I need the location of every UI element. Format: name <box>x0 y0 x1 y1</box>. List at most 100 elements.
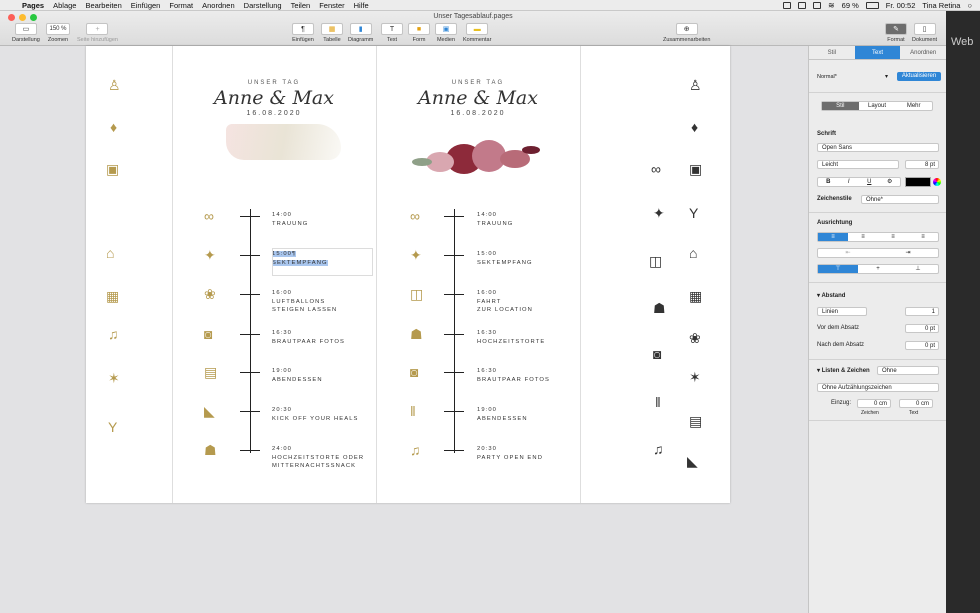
underline-button[interactable]: U <box>859 178 880 186</box>
subtab-layout[interactable]: Layout <box>859 102 896 110</box>
wifi-icon[interactable]: ≋ <box>828 1 835 10</box>
menu-app[interactable]: Pages <box>22 1 44 10</box>
vertical-align-buttons: ⊤ + ⊥ <box>817 264 939 274</box>
document-canvas[interactable]: ♙ ♦ ▣ ⌂ ▦ ♫ ✶ Y UNSER TAG Anne & Max 16.… <box>0 46 808 613</box>
timeline-event[interactable]: 14:00 TRAUUNG <box>477 211 513 228</box>
lists-heading-label: Listen & Zeichen <box>821 368 870 374</box>
font-family-select[interactable]: Open Sans <box>817 143 939 152</box>
document-title[interactable]: Unser Tagesablauf.pages <box>0 13 946 20</box>
spacing-heading[interactable]: ▾ Abstand <box>817 292 845 299</box>
font-weight-select[interactable]: Leicht <box>817 160 899 169</box>
document-page[interactable]: ♙ ♦ ▣ ⌂ ▦ ♫ ✶ Y UNSER TAG Anne & Max 16.… <box>86 46 730 503</box>
italic-button[interactable]: I <box>839 178 860 186</box>
align-left-button[interactable]: ≡ <box>818 233 848 241</box>
align-right-button[interactable]: ≡ <box>878 233 908 241</box>
user-label[interactable]: Tina Retina <box>922 1 960 10</box>
update-style-button[interactable]: Aktualisieren <box>897 72 941 81</box>
line-spacing-field[interactable]: 1 <box>905 307 939 316</box>
tab-anordnen[interactable]: Anordnen <box>900 46 946 59</box>
gear-icon[interactable]: ⚙ <box>880 178 901 186</box>
table-button[interactable]: ▦ Tabelle <box>321 23 343 43</box>
menu-teilen[interactable]: Teilen <box>291 1 311 10</box>
outdent-button[interactable]: ⇤ <box>818 249 878 257</box>
gift-icon: ▦ <box>689 288 703 304</box>
subtab-mehr[interactable]: Mehr <box>895 102 932 110</box>
battery-label[interactable]: 69 % <box>842 1 859 10</box>
indent-text-field[interactable]: 0 cm <box>899 399 933 408</box>
media-button[interactable]: ▣ Medien <box>435 23 457 43</box>
line-spacing-select[interactable]: Linien <box>817 307 867 316</box>
chart-button[interactable]: ▮ Diagramm <box>348 23 373 43</box>
space-after-field[interactable]: 0 pt <box>905 341 939 350</box>
tab-text[interactable]: Text <box>854 46 901 59</box>
add-page-button[interactable]: + Seite hinzufügen <box>77 23 118 43</box>
timeline-event[interactable]: 14:00 TRAUUNG <box>272 211 308 228</box>
event-time: 20:30 <box>272 407 293 413</box>
valign-top-button[interactable]: ⊤ <box>818 265 858 273</box>
search-icon[interactable]: ○ <box>967 1 972 10</box>
bullet-select[interactable]: Ohne Aufzählungszeichen <box>817 383 939 392</box>
shape-button[interactable]: ■ Form <box>408 23 430 43</box>
text-selection-box[interactable] <box>272 248 373 276</box>
lists-heading[interactable]: ▾ Listen & Zeichen <box>817 367 870 374</box>
collaborate-button[interactable]: ⊕ Zusammenarbeiten <box>663 23 710 43</box>
menu-anordnen[interactable]: Anordnen <box>202 1 235 10</box>
status-icon[interactable] <box>812 2 821 9</box>
event-time: 15:00 <box>477 251 498 257</box>
timeline-event[interactable]: 16:30 BRAUTPAAR FOTOS <box>477 367 550 384</box>
valign-middle-button[interactable]: + <box>858 265 898 273</box>
timeline-event[interactable]: 16:30 HOCHZEITSTORTE <box>477 329 545 346</box>
align-center-button[interactable]: ≡ <box>848 233 878 241</box>
timeline-event[interactable]: 19:00 ABENDESSEN <box>272 367 323 384</box>
document-button[interactable]: ▯ Dokument <box>912 23 937 43</box>
menu-bearbeiten[interactable]: Bearbeiten <box>85 1 121 10</box>
bold-button[interactable]: B <box>818 178 839 186</box>
view-button[interactable]: ▭ Darstellung <box>12 23 40 43</box>
subtab-stil[interactable]: Stil <box>822 102 859 110</box>
format-button[interactable]: ✎ Format <box>885 23 907 43</box>
menu-fenster[interactable]: Fenster <box>319 1 344 10</box>
timeline-tick <box>240 450 260 451</box>
indent-char-field[interactable]: 0 cm <box>857 399 891 408</box>
alignment-heading: Ausrichtung <box>817 220 853 226</box>
menu-ablage[interactable]: Ablage <box>53 1 76 10</box>
timeline-event[interactable]: 20:30 KICK OFF YOUR HEALS <box>272 406 359 423</box>
comment-icon: ▬ <box>466 23 489 35</box>
menu-darstellung[interactable]: Darstellung <box>244 1 282 10</box>
font-size-field[interactable]: 8 pt <box>905 160 939 169</box>
indent-button[interactable]: ⇥ <box>878 249 938 257</box>
textbox-icon: T <box>381 23 403 35</box>
space-before-field[interactable]: 0 pt <box>905 324 939 333</box>
menu-einfuegen[interactable]: Einfügen <box>131 1 161 10</box>
clock-label[interactable]: Fr. 00:52 <box>886 1 916 10</box>
list-style-select[interactable]: Ohne <box>877 366 939 375</box>
battery-icon[interactable] <box>865 2 879 9</box>
timeline-event[interactable]: 16:30 BRAUTPAAR FOTOS <box>272 329 345 346</box>
timeline-event[interactable]: 16:00 LUFTBALLONS STEIGEN LASSEN <box>272 289 337 315</box>
chevron-down-icon[interactable]: ▾ <box>885 73 888 80</box>
text-button[interactable]: T Text <box>381 23 403 43</box>
timeline-event[interactable]: 24:00 HOCHZEITSTORTE ODER MITTERNACHTSSNAC… <box>272 445 364 471</box>
paragraph-style-select[interactable]: Normal* <box>817 74 837 80</box>
timeline-event[interactable]: 20:30 PARTY OPEN END <box>477 445 543 462</box>
spacing-heading-label: Abstand <box>821 293 846 299</box>
comment-button[interactable]: ▬ Kommentar <box>463 23 491 43</box>
status-icon[interactable] <box>797 2 806 9</box>
menu-hilfe[interactable]: Hilfe <box>354 1 369 10</box>
text-color-well[interactable] <box>905 177 931 187</box>
fold-line <box>172 46 173 503</box>
tab-stil[interactable]: Stil <box>809 46 855 59</box>
timeline-event[interactable]: 16:00 FAHRT ZUR LOCATION <box>477 289 533 315</box>
timeline-tick <box>240 372 260 373</box>
watercolor-brush-image <box>226 124 341 160</box>
insert-button[interactable]: ¶ Einfügen <box>292 23 314 43</box>
menu-format[interactable]: Format <box>169 1 193 10</box>
color-wheel-icon[interactable] <box>933 178 941 186</box>
zoom-select[interactable]: 150 % Zoomen <box>46 23 70 43</box>
timeline-event[interactable]: 19:00 ABENDESSEN <box>477 406 528 423</box>
timeline-event[interactable]: 15:00 SEKTEMPFANG <box>477 250 533 267</box>
valign-bottom-button[interactable]: ⊥ <box>898 265 938 273</box>
justify-button[interactable]: ≡ <box>908 233 938 241</box>
status-icon[interactable] <box>782 2 791 9</box>
char-styles-select[interactable]: Ohne* <box>861 195 939 204</box>
